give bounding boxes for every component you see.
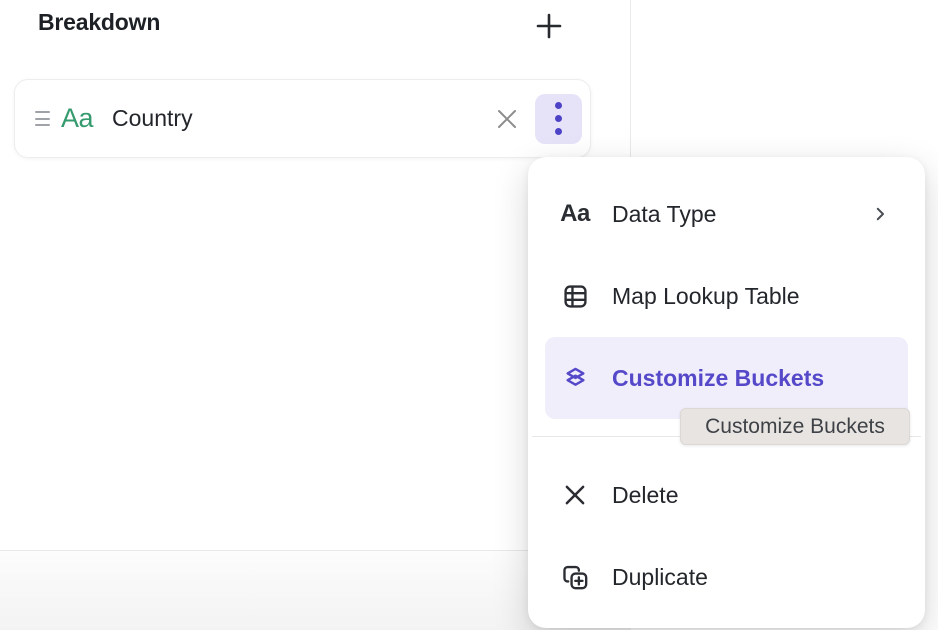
field-options-menu: Aa Data Type Map Lookup Table [528, 157, 925, 628]
menu-item-data-type[interactable]: Aa Data Type [528, 173, 925, 255]
breakdown-field-card: Aa Country [14, 79, 591, 158]
data-type-aa-icon: Aa [560, 200, 590, 228]
x-icon [560, 482, 590, 508]
menu-item-customize-buckets[interactable]: Customize Buckets [545, 337, 908, 419]
app-root: Breakdown Aa Country [0, 0, 938, 630]
menu-item-map-lookup-table[interactable]: Map Lookup Table [528, 255, 925, 337]
menu-item-label: Duplicate [612, 564, 708, 591]
plus-icon [534, 11, 564, 41]
menu-item-duplicate[interactable]: Duplicate [528, 536, 925, 618]
page-title: Breakdown [38, 9, 160, 36]
drag-handle-icon[interactable] [35, 111, 50, 126]
tooltip: Customize Buckets [680, 408, 910, 445]
remove-field-button[interactable] [487, 97, 527, 141]
text-type-badge: Aa [61, 103, 93, 134]
copy-plus-icon [560, 564, 590, 591]
layers-icon [560, 365, 590, 392]
field-more-options-button[interactable] [535, 94, 582, 144]
lookup-table-icon [560, 283, 590, 310]
field-name-label: Country [112, 105, 193, 132]
chevron-right-icon [871, 205, 889, 223]
menu-item-delete[interactable]: Delete [528, 454, 925, 536]
close-icon [494, 106, 520, 132]
add-breakdown-button[interactable] [527, 4, 571, 48]
menu-item-label: Data Type [612, 201, 716, 228]
menu-item-label: Delete [612, 482, 678, 509]
kebab-dots-icon [555, 102, 562, 135]
menu-item-label: Map Lookup Table [612, 283, 800, 310]
menu-item-label: Customize Buckets [612, 365, 824, 392]
